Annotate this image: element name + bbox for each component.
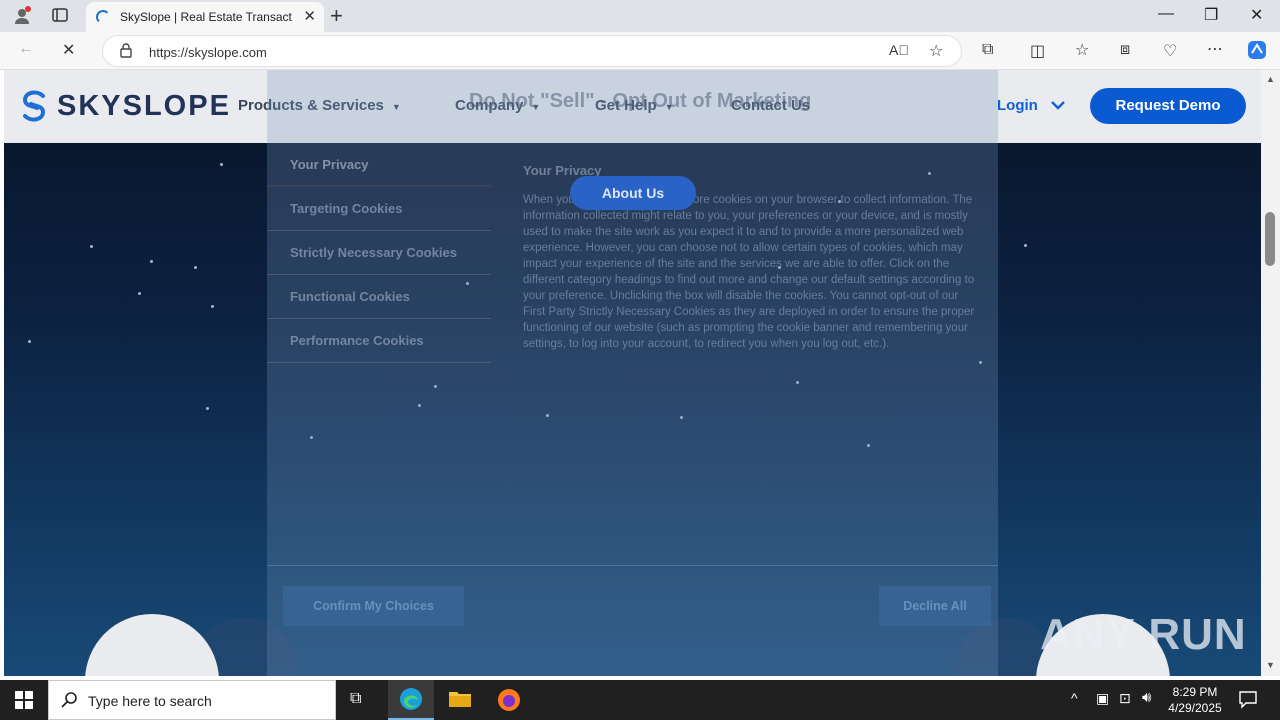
address-bar[interactable]: https://skyslope.com A᪲ ☆ — [102, 35, 962, 67]
category-targeting-cookies[interactable]: Targeting Cookies — [267, 187, 491, 231]
star-decoration — [220, 163, 223, 166]
chevron-down-icon — [1051, 101, 1065, 110]
about-us-button[interactable]: About Us — [570, 176, 696, 210]
page-viewport: SKYSLOPE Products & Services ▼ Company ▼ G… — [4, 70, 1261, 676]
category-performance-cookies[interactable]: Performance Cookies — [267, 319, 491, 363]
clock-date: 4/29/2025 — [1168, 701, 1222, 715]
lock-icon[interactable] — [119, 42, 133, 61]
device-icon[interactable]: ▣ — [1096, 690, 1109, 707]
decorative-circle — [85, 614, 219, 676]
copilot-icon[interactable] — [1246, 39, 1268, 66]
star-decoration — [211, 305, 214, 308]
extensions-icon[interactable]: ⧉ — [982, 41, 993, 59]
close-tab-icon[interactable]: ✕ — [303, 7, 316, 25]
login-link[interactable]: Login — [997, 97, 1066, 114]
clock-time: 8:29 PM — [1172, 685, 1218, 699]
stop-loading-icon[interactable]: ✕ — [62, 40, 75, 60]
logo-wordmark[interactable]: SKYSLOPE — [57, 90, 231, 123]
anyrun-watermark: ANY RUN — [1040, 610, 1247, 659]
window-close-icon[interactable]: ✕ — [1250, 5, 1263, 25]
tab-title: SkySlope | Real Estate Transaction — [120, 10, 292, 24]
back-icon[interactable]: ← — [18, 40, 34, 58]
star-decoration — [150, 260, 153, 263]
taskbar-edge-button[interactable] — [388, 680, 434, 720]
windows-taskbar: Type here to search ⧉ ^ ▣ ⊡ 🔊︎ 8:29 PM 4… — [0, 680, 1280, 720]
restore-icon[interactable]: ❐ — [1204, 5, 1218, 25]
collections-icon[interactable]: ⧈ — [1120, 41, 1130, 59]
star-decoration — [28, 340, 31, 343]
skyslope-logo-icon[interactable] — [19, 90, 49, 122]
windows-start-icon[interactable] — [15, 691, 33, 714]
taskbar-search-box[interactable]: Type here to search — [48, 680, 336, 720]
active-tab[interactable]: SkySlope | Real Estate Transaction ✕ — [86, 2, 324, 32]
edge-icon — [400, 688, 422, 710]
category-strictly-necessary[interactable]: Strictly Necessary Cookies — [267, 231, 491, 275]
search-icon — [61, 691, 79, 714]
star-decoration — [90, 245, 93, 248]
category-functional-cookies[interactable]: Functional Cookies — [267, 275, 491, 319]
star-decoration — [1024, 244, 1027, 247]
favorite-star-icon[interactable]: ☆ — [929, 41, 943, 61]
modal-title: Do Not "Sell" - Opt Out of Marketing — [469, 90, 812, 112]
file-explorer-icon[interactable] — [448, 689, 472, 714]
split-screen-icon[interactable]: ◫ — [1030, 41, 1045, 61]
browser-essentials-icon[interactable]: ♡ — [1163, 41, 1177, 61]
read-aloud-icon[interactable]: A᪲ — [889, 42, 909, 58]
volume-icon[interactable]: 🔊︎ — [1142, 689, 1151, 706]
browser-toolbar: ← ✕ https://skyslope.com A᪲ ☆ ⧉ ◫ ☆ ⧈ ♡ … — [0, 32, 1280, 70]
new-tab-icon[interactable]: + — [330, 3, 343, 29]
favorites-icon[interactable]: ☆ — [1075, 40, 1089, 60]
profile-icon[interactable] — [12, 6, 32, 31]
notifications-icon[interactable] — [1238, 689, 1258, 714]
scroll-up-icon[interactable]: ▲ — [1266, 74, 1275, 84]
scroll-down-icon[interactable]: ▼ — [1266, 660, 1275, 670]
more-menu-icon[interactable]: ⋯ — [1207, 39, 1223, 59]
page-scrollbar[interactable]: ▲ ▼ — [1261, 70, 1280, 676]
tab-actions-icon[interactable] — [52, 7, 68, 28]
modal-footer-divider — [267, 565, 998, 566]
section-description: When you visit our website, we store coo… — [523, 194, 975, 350]
system-clock[interactable]: 8:29 PM 4/29/2025 — [1166, 684, 1224, 716]
show-hidden-icons-icon[interactable]: ^ — [1071, 690, 1078, 706]
star-decoration — [138, 292, 141, 295]
request-demo-button[interactable]: Request Demo — [1090, 88, 1246, 124]
confirm-choices-button[interactable]: Confirm My Choices — [283, 586, 464, 626]
firefox-icon[interactable] — [497, 688, 521, 717]
star-decoration — [194, 266, 197, 269]
decline-all-button[interactable]: Decline All — [879, 586, 991, 626]
login-label: Login — [997, 97, 1038, 114]
loading-spinner-icon — [96, 10, 110, 24]
star-decoration — [206, 407, 209, 410]
task-view-icon[interactable]: ⧉ — [350, 690, 361, 708]
scrollbar-thumb[interactable] — [1265, 212, 1275, 266]
network-icon[interactable]: ⊡ — [1119, 690, 1131, 707]
category-your-privacy[interactable]: Your Privacy — [267, 143, 491, 187]
search-placeholder: Type here to search — [88, 693, 212, 709]
url-text: https://skyslope.com — [149, 45, 267, 60]
cookie-preferences-modal: Do Not "Sell" - Opt Out of Marketing You… — [267, 70, 998, 676]
browser-tab-strip: SkySlope | Real Estate Transaction ✕ + —… — [0, 0, 1280, 32]
minimize-icon[interactable]: — — [1158, 5, 1174, 23]
